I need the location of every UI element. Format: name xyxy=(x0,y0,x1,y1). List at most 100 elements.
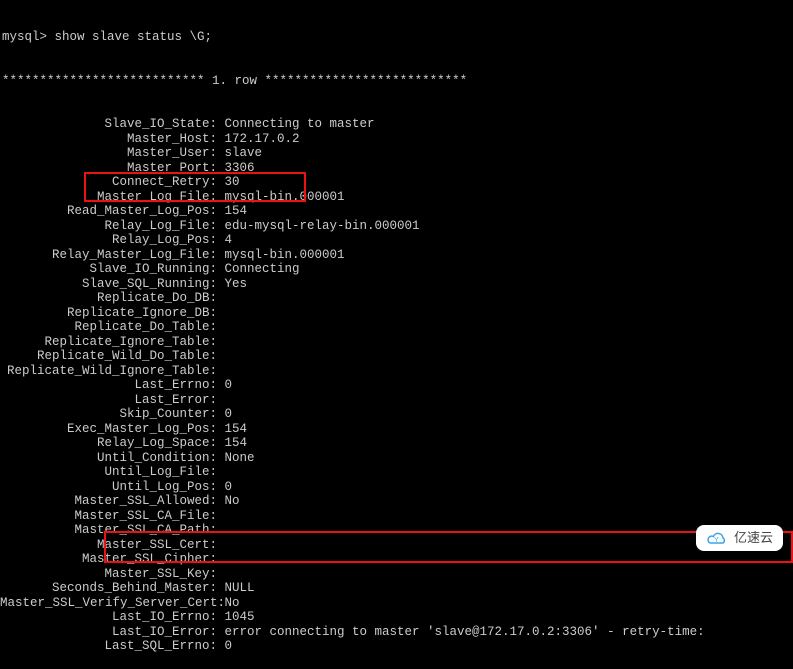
field-value xyxy=(217,364,225,379)
field-label: Until_Log_File: xyxy=(0,465,217,480)
field-value: 4 xyxy=(217,233,232,248)
watermark-text: 亿速云 xyxy=(734,531,773,546)
field-label: Master_SSL_Key: xyxy=(0,567,217,582)
status-row: Last_IO_Error: error connecting to maste… xyxy=(0,625,793,640)
status-row: Relay_Log_Space: 154 xyxy=(0,436,793,451)
status-row: Master_SSL_CA_Path: xyxy=(0,523,793,538)
status-row: Master_SSL_Key: xyxy=(0,567,793,582)
field-label: Relay_Master_Log_File: xyxy=(0,248,217,263)
terminal-output: mysql> show slave status \G; ***********… xyxy=(0,0,793,669)
status-row: Master_SSL_Cipher: xyxy=(0,552,793,567)
status-row: Replicate_Do_Table: xyxy=(0,320,793,335)
field-value: 172.17.0.2 xyxy=(217,132,300,147)
status-row: Master_SSL_CA_File: xyxy=(0,509,793,524)
status-row: Last_SQL_Errno: 0 xyxy=(0,639,793,654)
field-value: mysql-bin.000001 xyxy=(217,190,345,205)
status-row: Slave_SQL_Running: Yes xyxy=(0,277,793,292)
field-label: Master_SSL_Verify_Server_Cert: xyxy=(0,596,217,611)
status-row: Skip_Counter: 0 xyxy=(0,407,793,422)
status-row: Slave_IO_State: Connecting to master xyxy=(0,117,793,132)
field-label: Replicate_Ignore_Table: xyxy=(0,335,217,350)
field-label: Master_SSL_CA_Path: xyxy=(0,523,217,538)
field-value xyxy=(217,552,225,567)
field-label: Last_Errno: xyxy=(0,378,217,393)
status-row: Connect_Retry: 30 xyxy=(0,175,793,190)
field-label: Master_SSL_Cert: xyxy=(0,538,217,553)
field-label: Replicate_Ignore_DB: xyxy=(0,306,217,321)
status-row: Exec_Master_Log_Pos: 154 xyxy=(0,422,793,437)
status-row: Replicate_Wild_Do_Table: xyxy=(0,349,793,364)
field-value: 0 xyxy=(217,480,232,495)
field-label: Until_Log_Pos: xyxy=(0,480,217,495)
field-label: Slave_IO_Running: xyxy=(0,262,217,277)
field-label: Relay_Log_Pos: xyxy=(0,233,217,248)
field-value xyxy=(217,335,225,350)
status-row: Master_SSL_Allowed: No xyxy=(0,494,793,509)
status-row: Until_Condition: None xyxy=(0,451,793,466)
status-row: Master_Host: 172.17.0.2 xyxy=(0,132,793,147)
field-label: Connect_Retry: xyxy=(0,175,217,190)
status-row: Last_Error: xyxy=(0,393,793,408)
field-label: Seconds_Behind_Master: xyxy=(0,581,217,596)
field-label: Until_Condition: xyxy=(0,451,217,466)
field-value: 3306 xyxy=(217,161,255,176)
field-value xyxy=(217,393,225,408)
field-value: slave xyxy=(217,146,262,161)
field-value: Connecting to master xyxy=(217,117,375,132)
field-value: 0 xyxy=(217,639,232,654)
status-row: Relay_Log_Pos: 4 xyxy=(0,233,793,248)
status-row: Relay_Master_Log_File: mysql-bin.000001 xyxy=(0,248,793,263)
field-label: Master_SSL_Cipher: xyxy=(0,552,217,567)
field-label: Master_SSL_CA_File: xyxy=(0,509,217,524)
field-label: Replicate_Do_DB: xyxy=(0,291,217,306)
field-label: Last_IO_Error: xyxy=(0,625,217,640)
status-row: Until_Log_File: xyxy=(0,465,793,480)
field-label: Last_SQL_Errno: xyxy=(0,639,217,654)
status-row: Replicate_Wild_Ignore_Table: xyxy=(0,364,793,379)
status-row: Relay_Log_File: edu-mysql-relay-bin.0000… xyxy=(0,219,793,234)
field-value xyxy=(217,465,225,480)
field-value xyxy=(217,306,225,321)
field-label: Master_Log_File: xyxy=(0,190,217,205)
field-label: Relay_Log_Space: xyxy=(0,436,217,451)
field-label: Replicate_Wild_Do_Table: xyxy=(0,349,217,364)
field-label: Master_SSL_Allowed: xyxy=(0,494,217,509)
field-label: Read_Master_Log_Pos: xyxy=(0,204,217,219)
field-value: 1045 xyxy=(217,610,255,625)
field-label: Master_Host: xyxy=(0,132,217,147)
field-label: Last_IO_Errno: xyxy=(0,610,217,625)
field-value: edu-mysql-relay-bin.000001 xyxy=(217,219,420,234)
field-value: None xyxy=(217,451,255,466)
status-row: Master_SSL_Verify_Server_Cert: No xyxy=(0,596,793,611)
field-label: Replicate_Wild_Ignore_Table: xyxy=(0,364,217,379)
status-row: Master_Log_File: mysql-bin.000001 xyxy=(0,190,793,205)
field-value xyxy=(217,567,225,582)
field-value: 0 xyxy=(217,378,232,393)
field-label: Slave_IO_State: xyxy=(0,117,217,132)
field-label: Exec_Master_Log_Pos: xyxy=(0,422,217,437)
mysql-prompt: mysql> show slave status \G; xyxy=(0,30,793,45)
field-value: 154 xyxy=(217,204,247,219)
field-value: 154 xyxy=(217,436,247,451)
field-value xyxy=(217,349,225,364)
field-value: mysql-bin.000001 xyxy=(217,248,345,263)
field-label: Slave_SQL_Running: xyxy=(0,277,217,292)
field-value: error connecting to master 'slave@172.17… xyxy=(217,625,705,640)
status-row: Read_Master_Log_Pos: 154 xyxy=(0,204,793,219)
watermark-badge: Y 亿速云 xyxy=(696,525,783,552)
status-row: Slave_IO_Running: Connecting xyxy=(0,262,793,277)
field-label: Master_User: xyxy=(0,146,217,161)
field-label: Last_Error: xyxy=(0,393,217,408)
status-row: Last_IO_Errno: 1045 xyxy=(0,610,793,625)
status-row: Master_User: slave xyxy=(0,146,793,161)
field-value xyxy=(217,291,225,306)
field-label: Master_Port: xyxy=(0,161,217,176)
status-row: Replicate_Ignore_Table: xyxy=(0,335,793,350)
field-value xyxy=(217,509,225,524)
field-value: Yes xyxy=(217,277,247,292)
field-label: Skip_Counter: xyxy=(0,407,217,422)
field-value: No xyxy=(217,494,240,509)
svg-text:Y: Y xyxy=(714,537,719,544)
field-value xyxy=(217,523,225,538)
field-value: No xyxy=(217,596,240,611)
